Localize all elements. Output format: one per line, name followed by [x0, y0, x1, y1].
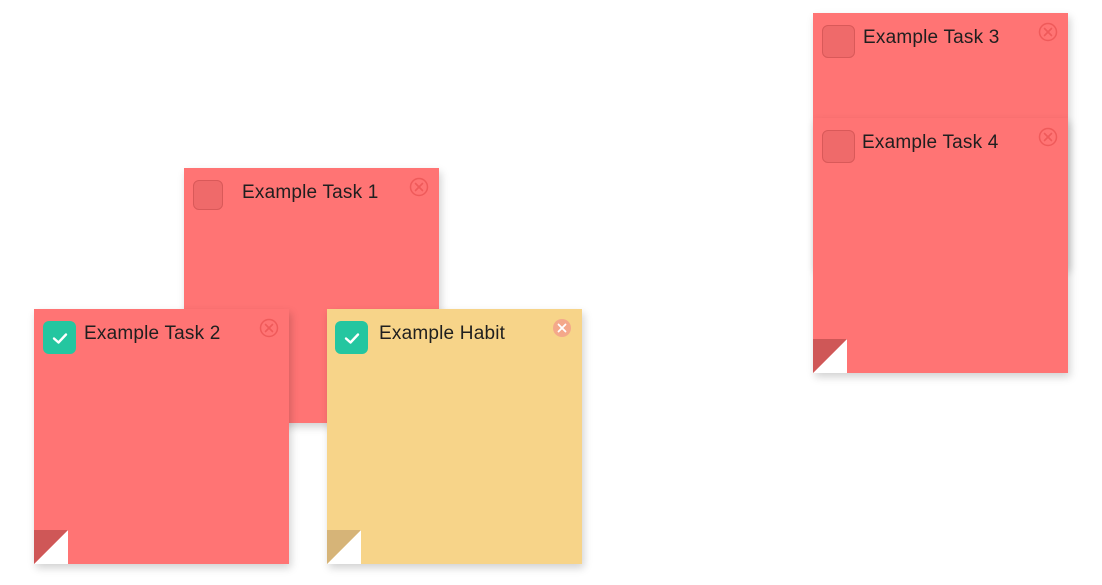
close-icon[interactable] — [1038, 127, 1058, 147]
note-title: Example Task 4 — [862, 132, 999, 153]
close-icon[interactable] — [259, 318, 279, 338]
close-icon[interactable] — [409, 177, 429, 197]
note-task-4[interactable]: Example Task 4 — [813, 118, 1068, 373]
task-2-checkbox[interactable] — [43, 321, 76, 354]
note-title: Example Task 2 — [84, 323, 221, 344]
note-task-2[interactable]: Example Task 2 — [34, 309, 289, 564]
task-1-checkbox[interactable] — [193, 180, 223, 210]
close-icon[interactable] — [552, 318, 572, 338]
task-3-checkbox[interactable] — [822, 25, 855, 58]
page-curl — [327, 530, 361, 564]
checkmark-icon — [52, 332, 67, 344]
habit-checkbox[interactable] — [335, 321, 368, 354]
close-icon[interactable] — [1038, 22, 1058, 42]
note-title: Example Task 1 — [242, 182, 379, 203]
page-curl — [34, 530, 68, 564]
checkmark-icon — [344, 332, 359, 344]
note-title: Example Task 3 — [863, 27, 1000, 48]
note-habit[interactable]: Example Habit — [327, 309, 582, 564]
task-4-checkbox[interactable] — [822, 130, 855, 163]
page-curl — [813, 339, 847, 373]
note-title: Example Habit — [379, 323, 506, 344]
